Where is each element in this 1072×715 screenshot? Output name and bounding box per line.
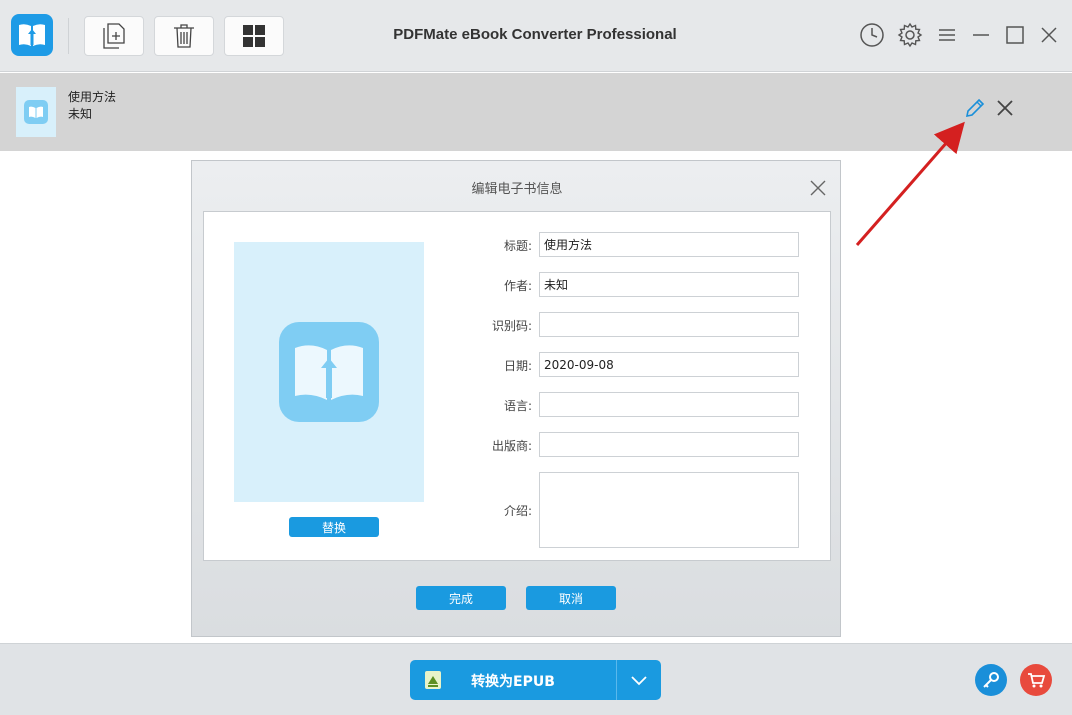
cancel-button[interactable]: 取消 <box>526 586 616 610</box>
grid-icon <box>243 25 265 47</box>
done-button[interactable]: 完成 <box>416 586 506 610</box>
maximize-icon <box>1006 26 1024 44</box>
identifier-label: 识别码: <box>491 319 532 333</box>
book-cover-icon <box>279 322 379 422</box>
trash-icon <box>174 24 194 48</box>
file-thumbnail <box>16 87 56 137</box>
identifier-input[interactable] <box>539 312 799 337</box>
language-label: 语言: <box>503 399 532 413</box>
menu-icon <box>939 29 955 41</box>
file-list-item[interactable]: 使用方法 未知 <box>0 73 1072 151</box>
bottom-bar: 转换为EPUB <box>0 643 1072 715</box>
close-icon <box>810 180 826 196</box>
menu-button[interactable] <box>934 22 960 48</box>
add-file-icon <box>103 23 125 49</box>
close-icon <box>997 100 1013 116</box>
key-icon <box>983 672 999 688</box>
cover-image <box>234 242 424 502</box>
language-input[interactable] <box>539 392 799 417</box>
dialog-title: 编辑电子书信息 <box>471 182 563 197</box>
author-label: 作者: <box>503 279 532 293</box>
buy-button[interactable] <box>1020 664 1052 696</box>
description-label: 介绍: <box>503 504 532 518</box>
toolbar-separator <box>68 18 69 54</box>
app-title: PDFMate eBook Converter Professional <box>393 26 677 43</box>
view-toggle-button[interactable] <box>224 16 284 56</box>
maximize-button[interactable] <box>1002 22 1028 48</box>
author-input[interactable] <box>539 272 799 297</box>
convert-button[interactable]: 转换为EPUB <box>410 660 616 700</box>
register-button[interactable] <box>975 664 1007 696</box>
close-icon <box>1041 27 1057 43</box>
remove-file-button[interactable] <box>994 97 1016 119</box>
pencil-icon <box>965 98 985 118</box>
minimize-icon <box>973 34 989 36</box>
settings-button[interactable] <box>897 22 923 48</box>
chevron-down-icon <box>631 676 647 686</box>
publisher-label: 出版商: <box>491 439 532 453</box>
file-title: 使用方法 <box>68 90 117 104</box>
format-dropdown-button[interactable] <box>617 660 661 700</box>
delete-button[interactable] <box>154 16 214 56</box>
dialog-close-button[interactable] <box>807 177 829 199</box>
date-input[interactable] <box>539 352 799 377</box>
replace-cover-button[interactable]: 替换 <box>289 517 379 537</box>
file-author: 未知 <box>68 107 93 121</box>
app-logo-icon <box>11 14 53 56</box>
edit-metadata-button[interactable] <box>964 97 986 119</box>
dialog-panel: 替换 标题: 作者: 识别码: 日期: 语言: 出版商: 介绍: <box>203 211 831 561</box>
publisher-input[interactable] <box>539 432 799 457</box>
close-button[interactable] <box>1036 22 1062 48</box>
book-icon <box>24 100 48 124</box>
edit-ebook-dialog: 编辑电子书信息 替换 标题: 作者: 识别码: 日期: 语言: 出版商: <box>191 160 841 637</box>
add-file-button[interactable] <box>84 16 144 56</box>
minimize-button[interactable] <box>968 22 994 48</box>
convert-label: 转换为EPUB <box>471 674 555 690</box>
convert-button-group: 转换为EPUB <box>410 660 661 700</box>
description-textarea[interactable] <box>539 472 799 548</box>
title-bar: PDFMate eBook Converter Professional <box>0 0 1072 72</box>
title-input[interactable] <box>539 232 799 257</box>
date-label: 日期: <box>503 359 532 373</box>
history-button[interactable] <box>859 22 885 48</box>
cart-icon <box>1028 673 1046 688</box>
history-icon <box>860 23 884 47</box>
title-label: 标题: <box>503 239 532 253</box>
gear-icon <box>897 22 923 48</box>
